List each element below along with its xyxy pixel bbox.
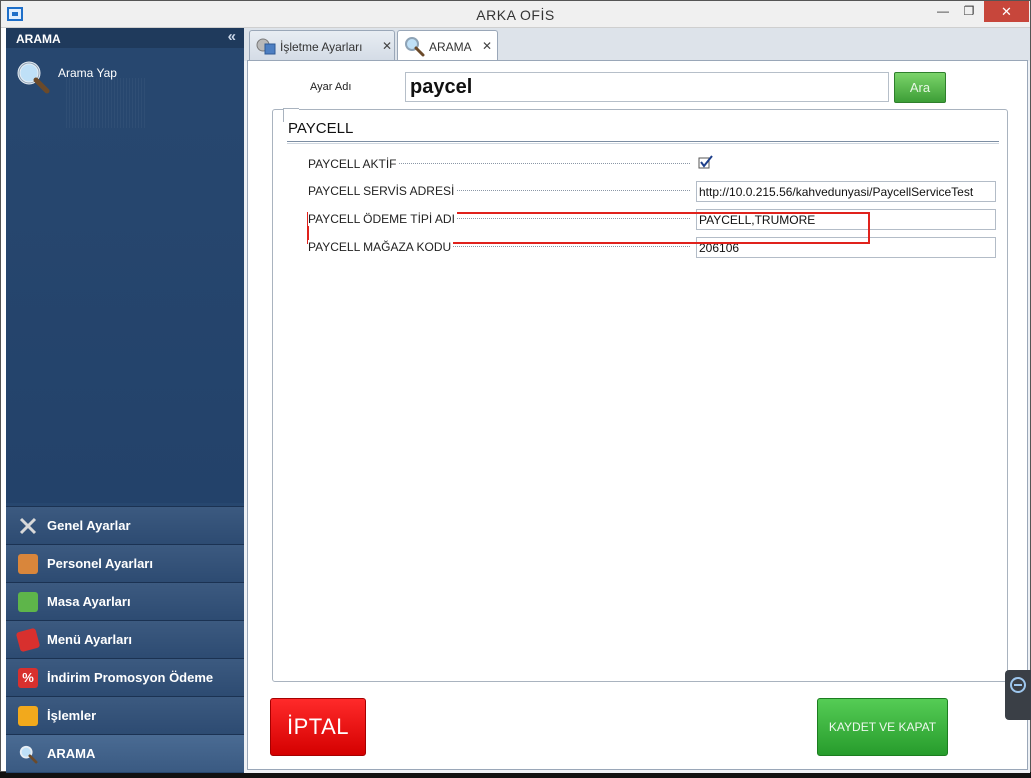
property-label: PAYCELL MAĞAZA KODU [308,240,454,254]
search-button[interactable]: Ara [894,72,946,103]
sidebar-texture [66,78,146,128]
collapse-icon[interactable]: « [228,29,236,45]
gear-icon [18,706,38,726]
search-icon [405,37,425,57]
tab-label: ARAMA [429,40,472,54]
search-row: Ayar Adı paycel Ara [248,61,1029,103]
cancel-button[interactable]: İPTAL [270,698,366,756]
property-label: PAYCELL SERVİS ADRESİ [308,184,457,198]
save-and-close-button[interactable]: KAYDET VE KAPAT [817,698,948,756]
remote-control-handle[interactable] [1005,670,1031,720]
nav-item-label: Menü Ayarları [47,632,133,647]
paycell-group: PAYCELL PAYCELL AKTİF PAYCELL SERVİS ADR… [272,108,1008,682]
window-title: ARKA OFİS [476,7,555,23]
nav-item-indirim-promosyon[interactable]: % İndirim Promosyon Ödeme [6,658,244,696]
sidebar-nav: Genel Ayarlar Personel Ayarları Masa Aya… [6,506,244,772]
title-bar: ARKA OFİS — ❐ ✕ [1,1,1030,28]
property-label: PAYCELL ÖDEME TİPİ ADI [308,212,457,226]
remote-icon [1010,677,1026,693]
app-window: ARKA OFİS — ❐ ✕ ARAMA « Arama Yap Genel … [0,0,1031,773]
settings-content: Ayar Adı paycel Ara PAYCELL PAYCELL AKTİ… [247,60,1028,770]
group-divider-shadow [287,143,999,144]
nav-item-label: İşlemler [47,708,97,723]
setting-name-input[interactable]: paycel [405,72,889,102]
property-value-input[interactable]: http://10.0.215.56/kahvedunyasi/PaycellS… [696,181,996,202]
maximize-button[interactable]: ❐ [954,1,984,22]
sidebar-panel [6,113,244,503]
nav-item-personel-ayarlari[interactable]: Personel Ayarları [6,544,244,582]
close-icon[interactable]: ✕ [482,39,492,53]
menu-icon [15,627,41,653]
tab-isletme-ayarlari[interactable]: İşletme Ayarları ✕ [249,30,395,60]
wrench-icon [19,517,37,535]
nav-item-menu-ayarlari[interactable]: Menü Ayarları [6,620,244,658]
setting-name-label: Ayar Adı [310,81,352,93]
close-button[interactable]: ✕ [984,1,1029,22]
property-row-aktif: PAYCELL AKTİF [308,154,998,174]
group-title: PAYCELL [288,120,354,137]
nav-item-label: İndirim Promosyon Ödeme [47,670,214,685]
property-label: PAYCELL AKTİF [308,157,399,171]
nav-item-arama[interactable]: ARAMA [6,734,244,772]
main-area: İşletme Ayarları ✕ ARAMA ✕ Ayar Adı payc… [244,28,1030,773]
tab-label: İşletme Ayarları [280,40,363,54]
group-divider [287,141,999,142]
table-icon [18,592,38,612]
search-icon [19,745,38,764]
checkbox-checked-icon[interactable] [698,155,714,169]
close-icon[interactable]: ✕ [382,39,392,53]
nav-item-label: Masa Ayarları [47,594,131,609]
nav-item-label: ARAMA [47,746,96,761]
nav-item-genel-ayarlar[interactable]: Genel Ayarlar [6,506,244,544]
nav-item-label: Personel Ayarları [47,556,153,571]
sidebar: ARAMA « Arama Yap Genel Ayarlar Personel… [6,28,244,773]
nav-item-islemler[interactable]: İşlemler [6,696,244,734]
nav-item-label: Genel Ayarlar [47,518,131,533]
tab-arama[interactable]: ARAMA ✕ [397,30,498,61]
magnifier-icon [17,61,50,94]
person-icon [18,554,38,574]
sidebar-header-label: ARAMA [16,32,61,46]
sidebar-header: ARAMA « [6,28,244,48]
settings-building-icon [256,38,276,55]
nav-item-masa-ayarlari[interactable]: Masa Ayarları [6,582,244,620]
tab-strip: İşletme Ayarları ✕ ARAMA ✕ [244,28,1030,61]
property-row-servis-adresi: PAYCELL SERVİS ADRESİ http://10.0.215.56… [308,181,998,202]
percent-icon: % [18,668,38,688]
